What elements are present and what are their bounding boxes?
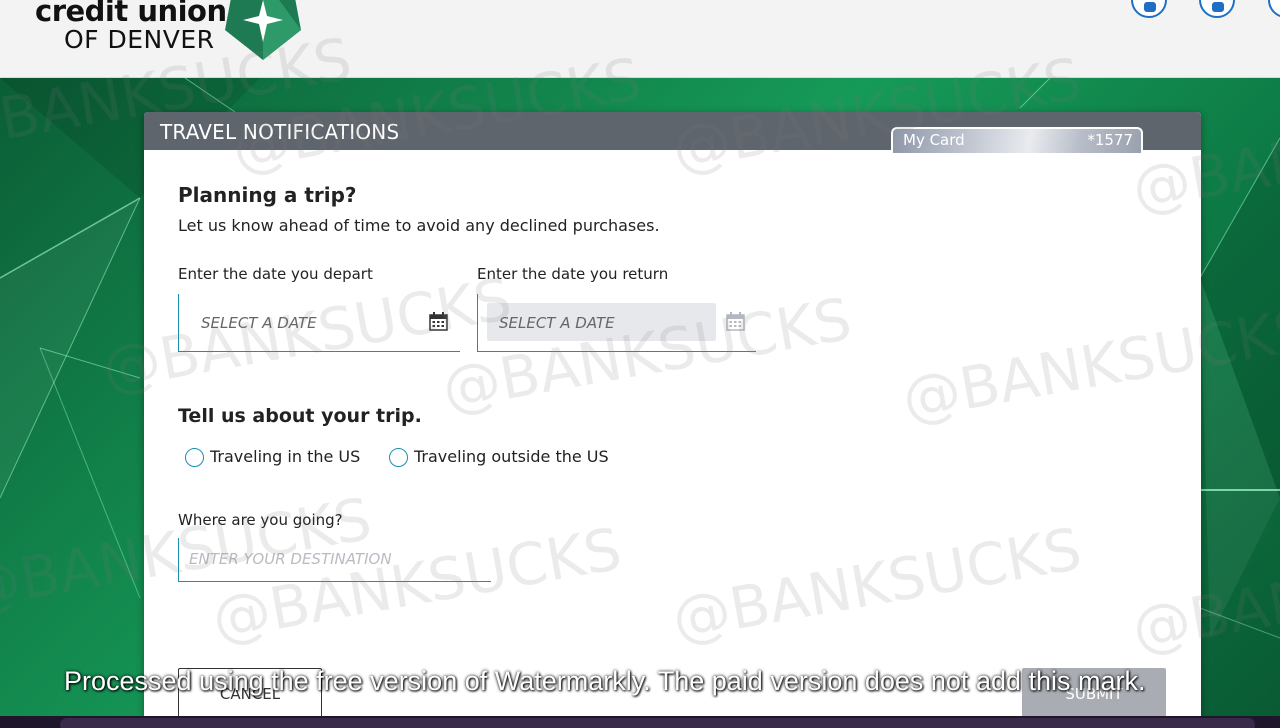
depart-date-field[interactable]: SELECT A DATE xyxy=(178,294,460,352)
destination-input[interactable]: ENTER YOUR DESTINATION xyxy=(178,538,491,582)
radio-label-traveling-outside-us[interactable]: Traveling outside the US xyxy=(414,447,609,466)
radio-traveling-outside-us[interactable] xyxy=(389,448,408,467)
calendar-icon[interactable] xyxy=(429,312,448,331)
travel-notifications-panel: TRAVEL NOTIFICATIONS My Card *1577 Plann… xyxy=(144,112,1201,728)
submit-button[interactable]: SUBMIT xyxy=(1022,668,1166,720)
radio-traveling-us[interactable] xyxy=(185,448,204,467)
return-date-field[interactable]: SELECT A DATE xyxy=(477,294,756,352)
panel-title: TRAVEL NOTIFICATIONS xyxy=(160,120,400,144)
dock-pill xyxy=(60,718,1255,728)
logo-text-line2: OF DENVER xyxy=(64,25,215,54)
site-header: credit union OF DENVER xyxy=(0,0,1280,78)
logo-text-line1: credit union xyxy=(35,0,227,28)
wallet-icon[interactable] xyxy=(1199,0,1235,18)
destination-label: Where are you going? xyxy=(178,511,343,529)
card-number: *1577 xyxy=(1087,131,1133,149)
return-date-placeholder: SELECT A DATE xyxy=(499,314,615,332)
calendar-icon[interactable] xyxy=(726,312,745,331)
return-date-label: Enter the date you return xyxy=(477,265,669,283)
user-icon[interactable] xyxy=(1131,0,1167,18)
panel-header: TRAVEL NOTIFICATIONS My Card *1577 xyxy=(144,112,1201,153)
radio-label-traveling-us[interactable]: Traveling in the US xyxy=(210,447,360,466)
bottom-dock-strip xyxy=(0,716,1280,728)
trip-heading: Tell us about your trip. xyxy=(178,405,422,427)
card-selector-tab[interactable]: My Card *1577 xyxy=(891,127,1143,153)
planning-heading: Planning a trip? xyxy=(178,183,357,207)
depart-date-label: Enter the date you depart xyxy=(178,265,373,283)
card-name: My Card xyxy=(903,131,965,149)
star-logo-icon xyxy=(225,0,301,60)
lock-icon[interactable] xyxy=(1268,0,1280,18)
cancel-button[interactable]: CANCEL xyxy=(178,668,322,720)
destination-placeholder: ENTER YOUR DESTINATION xyxy=(189,550,392,568)
planning-lead-text: Let us know ahead of time to avoid any d… xyxy=(178,216,660,235)
depart-date-placeholder: SELECT A DATE xyxy=(201,314,317,332)
